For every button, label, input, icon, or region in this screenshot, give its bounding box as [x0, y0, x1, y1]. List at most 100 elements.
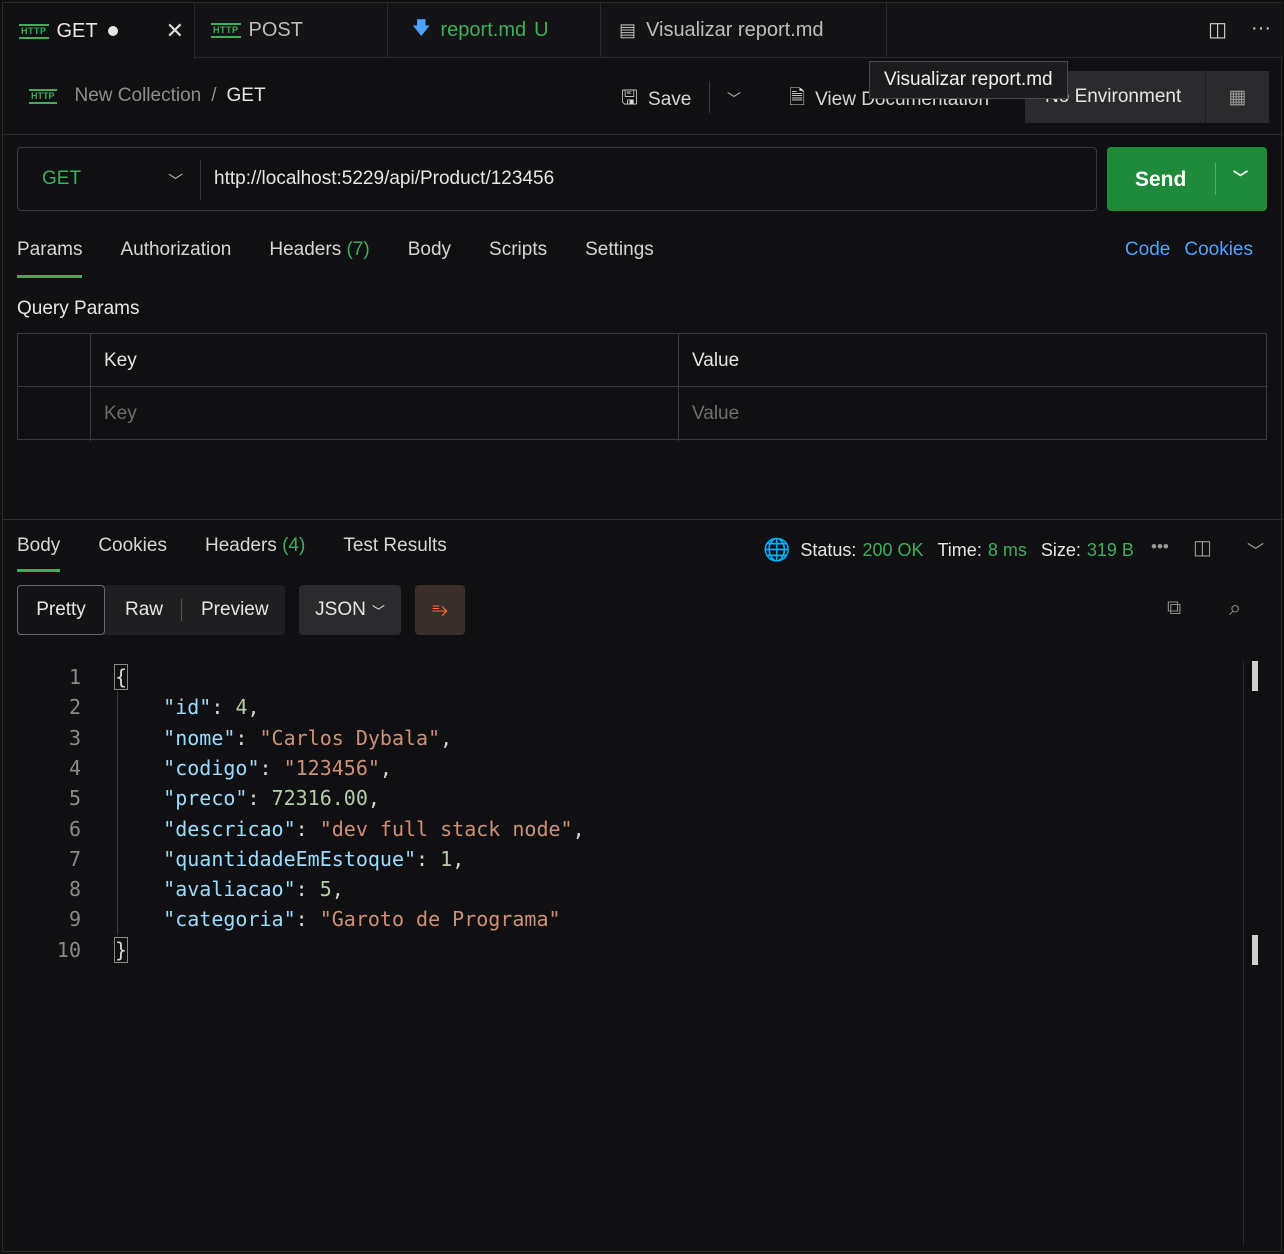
- code-line: 5 "preco": 72316.00,: [3, 786, 1243, 816]
- chevron-down-icon: ﹀: [371, 603, 385, 619]
- code-token: :: [247, 786, 272, 811]
- tab-params[interactable]: Params: [17, 239, 83, 279]
- code-text: "codigo": "123456",: [115, 756, 392, 780]
- editor-actions: ◫ ···: [1208, 17, 1271, 42]
- code-text: {: [113, 664, 129, 690]
- code-line: 7 "quantidadeEmEstoque": 1,: [3, 847, 1243, 877]
- tab-scripts[interactable]: Scripts: [489, 239, 547, 279]
- tab-label: report.md: [440, 19, 527, 41]
- code-token: 1: [440, 846, 453, 871]
- code-token: "avaliacao": [163, 877, 296, 902]
- headers-count: (4): [282, 535, 306, 556]
- tab-headers[interactable]: Headers (7): [269, 239, 369, 279]
- response-status: 🌐 Status: 200 OK Time: 8 ms Size: 319 B: [763, 537, 1140, 563]
- url-input[interactable]: http://localhost:5229/api/Product/123456: [214, 168, 554, 190]
- tab-label: Headers: [269, 239, 342, 260]
- copy-icon[interactable]: ⧉: [1167, 597, 1181, 620]
- markdown-arrow-icon: 🡇: [412, 17, 431, 38]
- code-token: "Carlos Dybala": [259, 725, 441, 750]
- status-value[interactable]: 200 OK: [862, 540, 923, 561]
- cookies-link[interactable]: Cookies: [1184, 239, 1253, 261]
- tab-label: Visualizar report.md: [646, 19, 824, 41]
- tab-authorization[interactable]: Authorization: [120, 239, 231, 279]
- more-options-icon[interactable]: •••: [1151, 537, 1169, 557]
- code-token: }: [113, 936, 129, 963]
- code-token: :: [211, 695, 236, 720]
- time-value[interactable]: 8 ms: [988, 540, 1027, 561]
- value-input[interactable]: Value: [678, 387, 1266, 440]
- status-label: Status:: [800, 539, 857, 560]
- close-icon[interactable]: ✕: [166, 18, 184, 44]
- tab-settings[interactable]: Settings: [585, 239, 654, 279]
- split-editor-icon[interactable]: ◫: [1208, 17, 1227, 42]
- response-format-select[interactable]: JSON ﹀: [299, 585, 401, 635]
- layout-toggle-icon[interactable]: ◫: [1193, 535, 1212, 560]
- environment-quick-look-icon[interactable]: ▦: [1205, 71, 1269, 123]
- tab-get[interactable]: HTTP GET ✕: [3, 3, 195, 59]
- tab-label: Body: [407, 239, 452, 260]
- tab-response-body[interactable]: Body: [17, 535, 61, 572]
- tab-post[interactable]: HTTP POST: [195, 3, 388, 58]
- line-number: 2: [68, 695, 81, 720]
- untracked-status: U: [534, 19, 549, 41]
- save-options-chevron-icon[interactable]: ﹀: [727, 89, 741, 109]
- send-options-chevron-icon[interactable]: ﹀: [1233, 167, 1248, 188]
- tab-response-headers[interactable]: Headers (4): [205, 535, 305, 557]
- tab-label: GET: [56, 19, 98, 42]
- code-token: 5: [319, 877, 332, 902]
- code-token: ,: [440, 725, 453, 750]
- more-actions-icon[interactable]: ···: [1251, 17, 1271, 42]
- tab-response-cookies[interactable]: Cookies: [98, 535, 167, 557]
- raw-button[interactable]: Raw: [125, 599, 163, 621]
- format-label: JSON: [315, 599, 366, 620]
- wrap-lines-icon: ⥱: [432, 598, 448, 621]
- code-token: "preco": [163, 786, 248, 811]
- breadcrumb-current[interactable]: GET: [227, 85, 266, 107]
- code-token: ,: [452, 846, 465, 871]
- time-label: Time:: [937, 539, 982, 560]
- tab-label: Cookies: [98, 535, 167, 556]
- http-badge-icon: HTTP: [29, 88, 57, 104]
- pane-divider[interactable]: [3, 519, 1283, 520]
- line-number: 4: [68, 755, 81, 780]
- request-header: HTTP New Collection / GET 🖫 Save ﹀ 🗎 Vie…: [3, 59, 1283, 135]
- send-label: Send: [1135, 168, 1187, 191]
- key-input[interactable]: Key: [90, 387, 678, 440]
- tab-visualizar-report[interactable]: ▤ Visualizar report.md: [601, 3, 887, 58]
- chevron-down-icon[interactable]: ﹀: [168, 170, 183, 191]
- divider: [678, 334, 679, 441]
- response-tabs: Body Cookies Headers (4) Test Results: [17, 535, 485, 572]
- code-token: "Garoto de Programa": [319, 907, 561, 932]
- tab-bar: HTTP GET ✕ HTTP POST 🡇 report.md U ▤ Vis…: [3, 3, 1283, 59]
- code-token: "descricao": [163, 816, 296, 841]
- method-select[interactable]: GET: [42, 168, 81, 190]
- http-badge-icon: HTTP: [19, 23, 49, 39]
- code-token: :: [259, 755, 284, 780]
- code-text: "categoria": "Garoto de Programa": [115, 907, 561, 932]
- globe-icon[interactable]: 🌐: [763, 537, 790, 563]
- code-link[interactable]: Code: [1125, 239, 1170, 261]
- tab-report-md[interactable]: 🡇 report.md U: [388, 3, 601, 58]
- line-number: 7: [68, 846, 81, 871]
- line-number: 6: [68, 816, 81, 841]
- tab-test-results[interactable]: Test Results: [343, 535, 446, 557]
- size-value[interactable]: 319 B: [1087, 540, 1134, 561]
- breadcrumb-collection[interactable]: New Collection: [75, 85, 202, 107]
- save-button[interactable]: 🖫 Save: [621, 83, 691, 117]
- unsaved-dot-icon: [107, 26, 118, 36]
- code-token: {: [113, 664, 129, 690]
- pretty-button[interactable]: Pretty: [17, 585, 105, 635]
- tab-body[interactable]: Body: [408, 239, 451, 279]
- preview-button[interactable]: Preview: [201, 599, 269, 621]
- search-icon[interactable]: ⌕: [1229, 595, 1241, 621]
- send-button[interactable]: Send ﹀: [1107, 147, 1267, 211]
- code-line: 2 "id": 4,: [3, 695, 1243, 725]
- size-label: Size:: [1040, 539, 1081, 560]
- collapse-chevron-icon[interactable]: ﹀: [1247, 537, 1264, 562]
- wrap-lines-button[interactable]: ⥱: [415, 585, 465, 635]
- divider: [709, 81, 710, 113]
